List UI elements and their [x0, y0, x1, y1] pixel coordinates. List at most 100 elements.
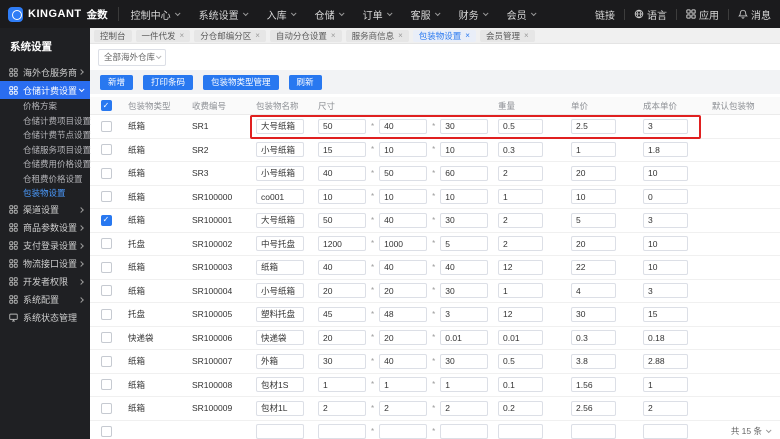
- sidebar-subitem-仓储服务项目设置[interactable]: 仓储服务项目设置: [0, 143, 91, 158]
- dimension-length-input[interactable]: [318, 259, 366, 275]
- weight-input[interactable]: [498, 212, 543, 228]
- packaging-name-input[interactable]: [256, 142, 304, 158]
- topnav-item-控制中心[interactable]: 控制中心: [131, 7, 181, 22]
- select-all-checkbox[interactable]: ✓: [100, 100, 112, 111]
- weight-input[interactable]: [498, 306, 543, 322]
- dimension-height-input[interactable]: [440, 377, 489, 393]
- toolbar-button-打印条码[interactable]: 打印条码: [143, 74, 194, 90]
- weight-input[interactable]: [498, 142, 543, 158]
- dimension-height-input[interactable]: [440, 142, 489, 158]
- weight-input[interactable]: [498, 236, 543, 252]
- unit-price-input[interactable]: [571, 165, 616, 181]
- close-icon[interactable]: ×: [398, 31, 403, 40]
- cost-price-input[interactable]: [643, 283, 688, 299]
- dimension-width-input[interactable]: [379, 212, 428, 228]
- dimension-length-input[interactable]: [318, 165, 366, 181]
- dimension-height-input[interactable]: [440, 400, 489, 416]
- packaging-name-input[interactable]: [256, 424, 304, 439]
- unit-price-input[interactable]: [571, 142, 616, 158]
- dimension-height-input[interactable]: [440, 236, 489, 252]
- dimension-height-input[interactable]: [440, 189, 489, 205]
- sidebar-item-支付登录设置[interactable]: 支付登录设置: [0, 237, 90, 255]
- sidebar-subitem-仓储费用价格设置[interactable]: 仓储费用价格设置: [0, 157, 91, 172]
- dimension-width-input[interactable]: [379, 306, 428, 322]
- weight-input[interactable]: [498, 189, 543, 205]
- weight-input[interactable]: [498, 259, 543, 275]
- dimension-length-input[interactable]: [318, 189, 366, 205]
- row-checkbox[interactable]: [100, 285, 112, 297]
- sidebar-item-仓储计费设置[interactable]: 仓储计费设置: [0, 81, 90, 99]
- row-checkbox[interactable]: ✓: [100, 214, 112, 226]
- sidebar-item-渠道设置[interactable]: 渠道设置: [0, 201, 90, 219]
- cost-price-input[interactable]: [643, 400, 688, 416]
- topnav-item-系统设置[interactable]: 系统设置: [199, 7, 249, 22]
- cost-price-input[interactable]: [643, 353, 688, 369]
- row-checkbox[interactable]: [100, 238, 112, 250]
- dimension-length-input[interactable]: [318, 283, 366, 299]
- packaging-name-input[interactable]: [256, 189, 304, 205]
- dimension-width-input[interactable]: [379, 353, 428, 369]
- row-checkbox[interactable]: [100, 167, 112, 179]
- unit-price-input[interactable]: [571, 330, 616, 346]
- close-icon[interactable]: ×: [255, 31, 260, 40]
- dimension-height-input[interactable]: [440, 283, 489, 299]
- close-icon[interactable]: ×: [331, 31, 336, 40]
- dimension-height-input[interactable]: [440, 306, 489, 322]
- packaging-name-input[interactable]: [256, 330, 304, 346]
- unit-price-input[interactable]: [571, 424, 616, 439]
- dimension-width-input[interactable]: [379, 165, 428, 181]
- tab-会员管理[interactable]: 会员管理 ×: [479, 29, 535, 42]
- cost-price-input[interactable]: [643, 189, 688, 205]
- unit-price-input[interactable]: [571, 353, 616, 369]
- unit-price-input[interactable]: [571, 212, 616, 228]
- sidebar-subitem-包装物设置[interactable]: 包装物设置: [0, 186, 90, 201]
- cost-price-input[interactable]: [643, 330, 688, 346]
- cost-price-input[interactable]: [643, 424, 688, 439]
- unit-price-input[interactable]: [571, 118, 616, 134]
- topnav-item-仓储[interactable]: 仓储: [315, 7, 345, 22]
- dimension-width-input[interactable]: [379, 424, 428, 439]
- packaging-name-input[interactable]: [256, 306, 304, 322]
- close-icon[interactable]: ×: [524, 31, 529, 40]
- topnav-item-财务[interactable]: 财务: [459, 7, 489, 22]
- dimension-height-input[interactable]: [440, 165, 489, 181]
- dimension-height-input[interactable]: [440, 330, 489, 346]
- sidebar-item-开发者权限[interactable]: 开发者权限: [0, 273, 90, 291]
- tab-分仓邮编分区[interactable]: 分仓邮编分区 ×: [194, 29, 266, 42]
- weight-input[interactable]: [498, 377, 543, 393]
- dimension-height-input[interactable]: [440, 424, 489, 439]
- packaging-name-input[interactable]: [256, 118, 304, 134]
- dimension-width-input[interactable]: [379, 118, 428, 134]
- packaging-name-input[interactable]: [256, 212, 304, 228]
- dimension-length-input[interactable]: [318, 353, 366, 369]
- dimension-width-input[interactable]: [379, 236, 428, 252]
- dimension-length-input[interactable]: [318, 424, 366, 439]
- topbar-action-应用[interactable]: 应用: [677, 7, 728, 22]
- sidebar-item-系统配置[interactable]: 系统配置: [0, 291, 90, 309]
- unit-price-input[interactable]: [571, 283, 616, 299]
- weight-input[interactable]: [498, 353, 543, 369]
- dimension-width-input[interactable]: [379, 377, 428, 393]
- dimension-length-input[interactable]: [318, 400, 366, 416]
- close-icon[interactable]: ×: [465, 31, 470, 40]
- cost-price-input[interactable]: [643, 377, 688, 393]
- sidebar-item-海外仓服务商[interactable]: 海外仓服务商: [0, 63, 90, 81]
- cost-price-input[interactable]: [643, 212, 688, 228]
- row-checkbox[interactable]: [100, 379, 112, 391]
- packaging-name-input[interactable]: [256, 236, 304, 252]
- weight-input[interactable]: [498, 283, 543, 299]
- cost-price-input[interactable]: [643, 165, 688, 181]
- topnav-item-订单[interactable]: 订单: [363, 7, 393, 22]
- sidebar-subitem-价格方案[interactable]: 价格方案: [0, 99, 90, 114]
- unit-price-input[interactable]: [571, 306, 616, 322]
- weight-input[interactable]: [498, 330, 543, 346]
- dimension-width-input[interactable]: [379, 330, 428, 346]
- dimension-length-input[interactable]: [318, 236, 366, 252]
- dimension-width-input[interactable]: [379, 283, 428, 299]
- dimension-width-input[interactable]: [379, 400, 428, 416]
- sidebar-subitem-仓储计费项目设置[interactable]: 仓储计费项目设置: [0, 114, 91, 129]
- row-checkbox[interactable]: [100, 191, 112, 203]
- tab-包装物设置[interactable]: 包装物设置 ×: [412, 29, 476, 42]
- sidebar-subitem-仓租费价格设置[interactable]: 仓租费价格设置: [0, 172, 90, 187]
- weight-input[interactable]: [498, 165, 543, 181]
